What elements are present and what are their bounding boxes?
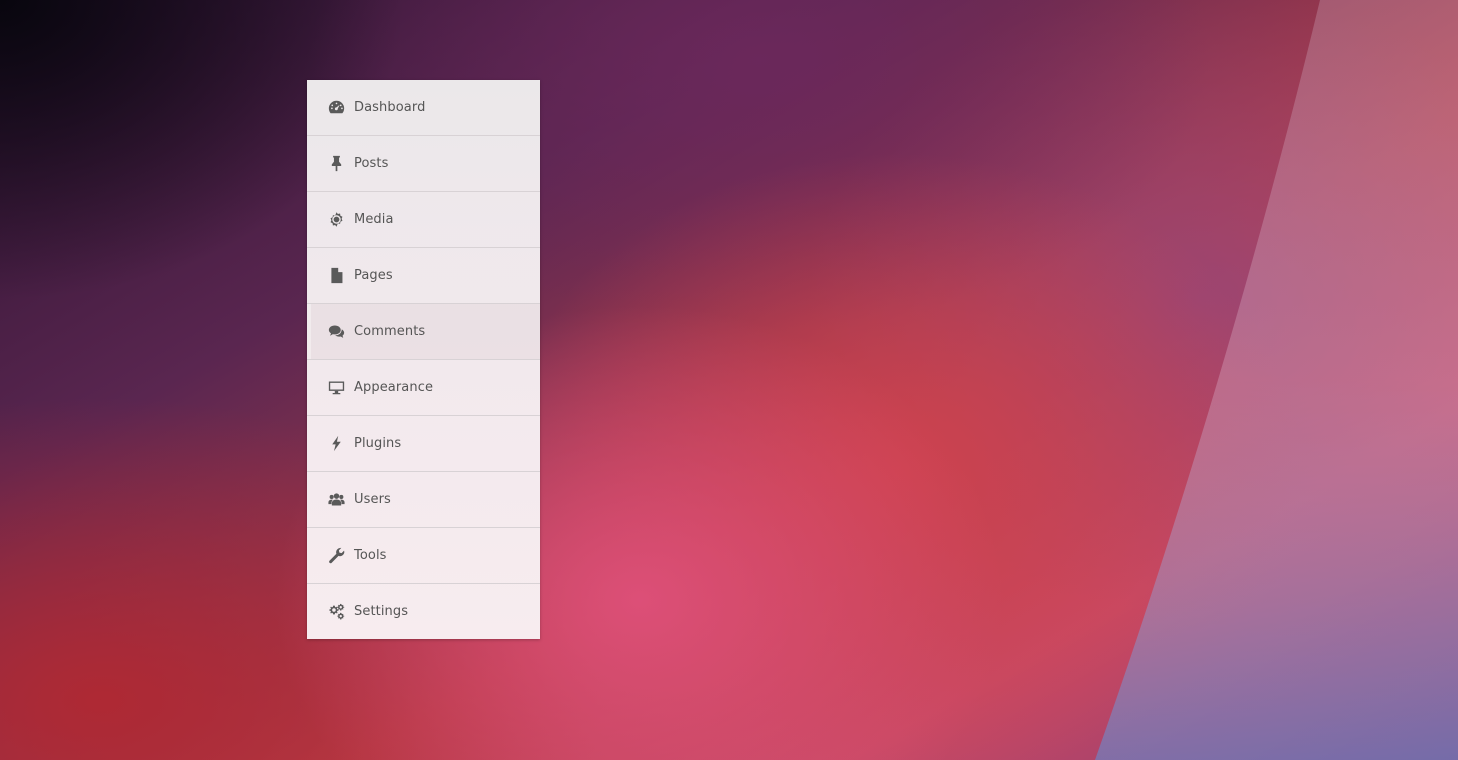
menu-item-dashboard[interactable]: Dashboard xyxy=(307,80,540,136)
menu-item-tools[interactable]: Tools xyxy=(307,528,540,584)
menu-item-appearance[interactable]: Appearance xyxy=(307,360,540,416)
menu-item-label: Comments xyxy=(354,324,426,339)
menu-item-label: Appearance xyxy=(354,380,434,395)
background-sheen xyxy=(1095,0,1458,760)
menu-item-pages[interactable]: Pages xyxy=(307,248,540,304)
menu-item-label: Users xyxy=(354,492,391,507)
monitor-icon xyxy=(327,379,345,397)
menu-item-comments[interactable]: Comments xyxy=(307,304,540,360)
menu-item-label: Media xyxy=(354,212,394,227)
menu-item-label: Dashboard xyxy=(354,100,426,115)
media-camera-icon xyxy=(327,211,345,229)
menu-item-plugins[interactable]: Plugins xyxy=(307,416,540,472)
wrench-icon xyxy=(327,547,345,565)
users-group-icon xyxy=(327,491,345,509)
page-document-icon xyxy=(327,267,345,285)
comments-bubbles-icon xyxy=(327,323,345,341)
menu-item-label: Settings xyxy=(354,604,409,619)
lightning-bolt-icon xyxy=(327,435,345,453)
gears-icon xyxy=(327,603,345,621)
menu-item-label: Plugins xyxy=(354,436,402,451)
menu-item-label: Posts xyxy=(354,156,389,171)
admin-sidebar-menu: Dashboard Posts Media Pages Comments App… xyxy=(307,80,540,639)
menu-item-media[interactable]: Media xyxy=(307,192,540,248)
menu-item-label: Pages xyxy=(354,268,393,283)
menu-item-label: Tools xyxy=(354,548,387,563)
menu-item-settings[interactable]: Settings xyxy=(307,584,540,639)
menu-item-posts[interactable]: Posts xyxy=(307,136,540,192)
pushpin-icon xyxy=(327,155,345,173)
dashboard-gauge-icon xyxy=(327,99,345,117)
menu-item-users[interactable]: Users xyxy=(307,472,540,528)
